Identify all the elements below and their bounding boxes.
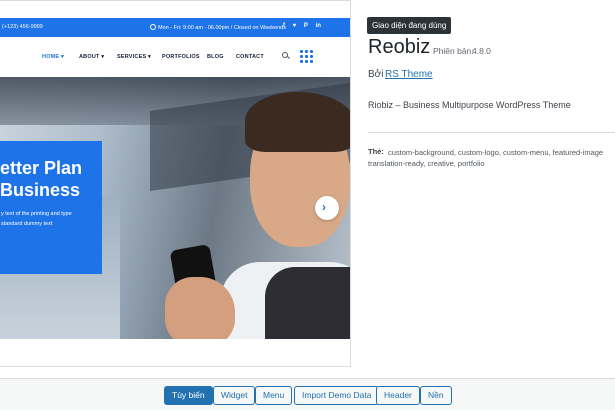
divider — [368, 132, 615, 133]
facebook-icon: f — [283, 23, 285, 29]
preview-nav-blog: BLOG — [207, 54, 224, 60]
preview-social-icons: f ♥ P in — [283, 23, 327, 29]
hero-subtitle: y text of the printing and type standard… — [1, 209, 72, 229]
preview-nav-about: ABOUT ▾ — [79, 54, 105, 60]
version-label: Phiên bản: — [433, 46, 474, 56]
theme-description: Riobiz – Business Multipurpose WordPress… — [368, 100, 571, 110]
theme-details-screen: (+123) 456-9989 Mon - Fri: 9:00 am - 06.… — [0, 0, 615, 410]
hero-subtitle-line1: y text of the printing and type — [1, 211, 72, 217]
grid-menu-icon — [300, 50, 313, 63]
active-theme-badge: Giao diện đang dùng — [367, 17, 452, 34]
tags-list-line2: translation-ready, creative, portfolio — [368, 159, 485, 168]
import-demo-data-button[interactable]: Import Demo Data — [294, 386, 380, 405]
linkedin-icon: in — [315, 23, 321, 29]
header-button[interactable]: Header — [376, 386, 420, 405]
preview-hero: etter Plan Business y text of the printi… — [0, 77, 350, 339]
theme-name: Reobiz — [368, 36, 431, 58]
preview-nav-home: HOME ▾ — [42, 54, 64, 60]
clock-icon — [150, 24, 156, 30]
preview-navbar: HOME ▾ ABOUT ▾ SERVICES ▾ PORTFOLIOS BLO… — [0, 37, 350, 77]
tags-label: Thẻ: — [368, 147, 384, 156]
customize-button[interactable]: Tùy biến — [164, 386, 213, 405]
search-icon — [282, 52, 290, 60]
twitter-icon: ♥ — [292, 23, 297, 29]
slider-next-button: › — [315, 196, 339, 220]
hero-title-line1: etter Plan — [0, 158, 83, 178]
preview-topbar: (+123) 456-9989 Mon - Fri: 9:00 am - 06.… — [0, 18, 350, 37]
preview-contact-text: (+123) 456-9989 — [2, 24, 43, 30]
preview-nav-services: SERVICES ▾ — [117, 54, 152, 60]
author-prefix: Bởi — [368, 69, 384, 80]
preview-nav-portfolios: PORTFOLIOS — [162, 54, 200, 60]
theme-screenshot: (+123) 456-9989 Mon - Fri: 9:00 am - 06.… — [0, 0, 351, 367]
chevron-right-icon: › — [322, 200, 326, 214]
preview-hours-text: Mon - Fri: 9:00 am - 06.00pm / Closed on… — [158, 25, 286, 31]
menus-button[interactable]: Menu — [255, 386, 293, 405]
hero-subtitle-line2: standard dummy text — [1, 221, 53, 227]
pinterest-icon: P — [303, 23, 308, 29]
theme-actions-bar: Tùy biến Widget Menu Import Demo Data He… — [0, 378, 615, 410]
author-link[interactable]: RS Theme — [385, 69, 433, 80]
widgets-button[interactable]: Widget — [213, 386, 256, 405]
hero-title-line2: Business — [0, 180, 81, 200]
preview-nav-contact: CONTACT — [236, 54, 264, 60]
background-button[interactable]: Nền — [420, 386, 452, 405]
preview-hours: Mon - Fri: 9:00 am - 06.00pm / Closed on… — [150, 24, 286, 31]
version-value: 4.8.0 — [472, 46, 491, 56]
hero-text-box: etter Plan Business y text of the printi… — [0, 141, 102, 274]
tags-list-line1: custom-background, custom-logo, custom-m… — [388, 148, 604, 157]
